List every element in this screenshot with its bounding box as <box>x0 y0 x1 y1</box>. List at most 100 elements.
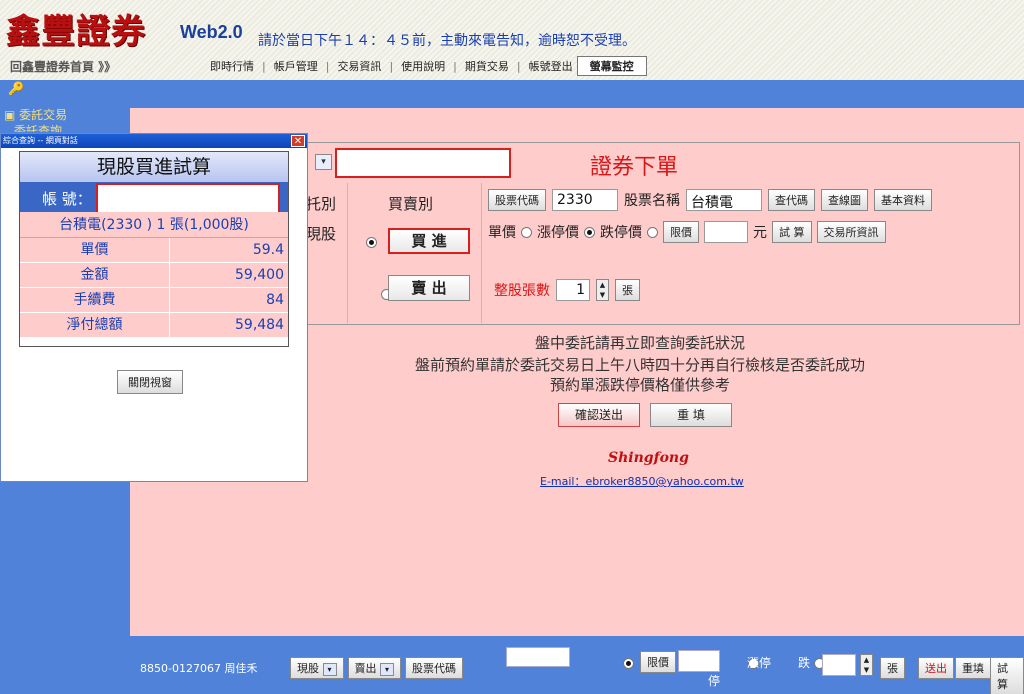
popup-window-title: 綜合查詢 -- 網頁對話 <box>3 136 78 145</box>
order-form: 托別 現股 買賣別 買 進 賣 出 股票代碼 2330 股票名稱 台積電 查代碼… <box>306 183 1019 323</box>
price-input[interactable] <box>704 221 748 243</box>
buy-radio[interactable] <box>366 237 377 248</box>
sidebar-item-order[interactable]: ▣ 委託交易 <box>4 106 67 123</box>
calc-row-value: 59.4 <box>252 242 284 258</box>
company-logo[interactable]: 鑫豐證券 <box>6 4 146 53</box>
bottom-stock-code-input[interactable] <box>506 647 570 667</box>
chevron-down-icon[interactable]: ▾ <box>315 154 332 170</box>
limit-down-radio[interactable] <box>584 226 595 238</box>
sell-button[interactable]: 賣 出 <box>388 275 470 301</box>
nav-item-quotes[interactable]: 即時行情 <box>210 58 254 74</box>
confirm-submit-button[interactable]: 確認送出 <box>558 403 640 427</box>
chart-button[interactable]: 查線圖 <box>821 189 868 211</box>
lots-stepper[interactable]: ▲ ▼ <box>596 279 609 301</box>
type-select[interactable]: 現股 ▾ <box>290 657 344 679</box>
stock-name-label: 股票名稱 <box>624 193 680 209</box>
stock-code-button[interactable]: 股票代碼 <box>488 189 546 211</box>
nav-separator: | <box>262 59 266 73</box>
lots-unit-button[interactable]: 張 <box>615 279 640 301</box>
lots-input[interactable]: 1 <box>556 279 590 301</box>
calc-row-value: 84 <box>266 292 284 308</box>
calc-row-label: 淨付總額 <box>20 313 170 338</box>
limit-price-button[interactable]: 限價 <box>663 221 699 243</box>
side-select[interactable]: 賣出 ▾ <box>347 657 401 679</box>
close-icon[interactable]: ✕ <box>291 135 305 147</box>
note-line-1: 盤中委託請再立即查詢委託狀況 <box>534 334 745 352</box>
nav-item-monitor[interactable]: 螢幕監控 <box>576 56 647 76</box>
web-badge: Web2.0 <box>180 22 243 42</box>
limit-price-radio[interactable] <box>647 226 658 238</box>
nav-item-help[interactable]: 使用說明 <box>401 58 445 74</box>
top-blue-bar <box>130 80 1024 108</box>
calc-row-total: 淨付總額 59,484 <box>20 313 288 338</box>
calc-row-fee: 手續費 84 <box>20 288 288 313</box>
order-type-value: 現股 <box>306 225 337 243</box>
account-row: 帳 號： <box>20 182 288 215</box>
buy-sell-title: 買賣別 <box>388 195 434 213</box>
stock-summary: 台積電(2330 ) 1 張(1,000股) <box>20 212 288 238</box>
nav-item-futures[interactable]: 期貨交易 <box>465 58 509 74</box>
bottom-price-input[interactable] <box>678 650 720 672</box>
bottom-limit-up-label: 漲停 <box>747 656 772 670</box>
lots-row: 整股張數 1 ▲ ▼ 張 <box>494 279 640 301</box>
trial-button[interactable]: 試 算 <box>772 221 812 243</box>
order-type-title: 托別 <box>306 195 337 213</box>
bottom-limit-button[interactable]: 限價 <box>640 651 676 673</box>
sidebar-item-label: 委託交易 <box>19 108 68 122</box>
nav-separator: | <box>516 59 521 73</box>
stock-code-input[interactable]: 2330 <box>552 189 618 211</box>
email-link[interactable]: E-mail：ebroker8850@yahoo.com.tw <box>540 473 744 489</box>
calc-row-label: 單價 <box>20 238 170 263</box>
nav-item-account[interactable]: 帳戶管理 <box>274 58 318 74</box>
stock-name-input[interactable]: 台積電 <box>686 189 762 211</box>
chevron-down-icon: ▾ <box>322 662 337 676</box>
bottom-limit-radio[interactable] <box>623 658 634 669</box>
bottom-unit-button[interactable]: 張 <box>880 657 905 679</box>
header-notice: 請於當日下午１４：４５前，主動來電告知，逾時恕不受理。 <box>258 33 636 49</box>
bottom-reset-button[interactable]: 重填 <box>955 657 991 679</box>
order-type-column: 托別 現股 <box>306 183 348 323</box>
reset-button[interactable]: 重 填 <box>650 403 732 427</box>
nav-separator: | <box>453 59 457 73</box>
limit-up-radio[interactable] <box>521 226 532 238</box>
buy-button[interactable]: 買 進 <box>388 228 470 254</box>
nav-item-trade-info[interactable]: 交易資訊 <box>337 58 381 74</box>
bottom-lots-input[interactable] <box>822 654 856 676</box>
order-title-box[interactable] <box>335 148 511 178</box>
note-line-2: 盤前預約單請於委託交易日上午八時四十分再自行檢核是否委託成功 <box>414 356 865 374</box>
limit-up-label: 漲停價 <box>537 225 579 241</box>
calc-row-value: 59,400 <box>235 267 284 283</box>
exchange-info-button[interactable]: 交易所資訊 <box>816 221 886 243</box>
close-window-button[interactable]: 關閉視窗 <box>117 370 183 394</box>
account-info: 8850-0127067 周佳禾 <box>140 662 258 675</box>
type-select-value: 現股 <box>297 662 319 675</box>
bottom-limit-down-label: 跌 <box>798 656 811 670</box>
key-icon: 🔑 <box>8 82 25 97</box>
bottom-trial-button[interactable]: 試算 <box>990 657 1024 694</box>
limit-down-label-2: 停 <box>708 674 721 688</box>
calc-heading: 現股買進試算 <box>20 152 288 182</box>
nav-item-logout[interactable]: 帳號登出 <box>529 58 573 74</box>
yuan-label: 元 <box>753 225 767 241</box>
bottom-lots-stepper[interactable]: ▲ ▼ <box>860 654 873 676</box>
sidebar-item-query[interactable]: 委託查詢 <box>14 122 62 132</box>
price-row: 單價 漲停價 跌停價 限價 元 試 算 交易所資訊 <box>488 221 886 243</box>
lots-label: 整股張數 <box>494 283 550 299</box>
buy-sell-column: 買賣別 買 進 賣 出 <box>348 183 482 323</box>
bottom-send-button[interactable]: 送出 <box>918 657 954 679</box>
home-link[interactable]: 回鑫豐證券首頁 》》 <box>10 58 116 75</box>
side-select-value: 賣出 <box>354 662 377 675</box>
calc-row-value: 59,484 <box>235 317 284 333</box>
chevron-down-icon: ▾ <box>380 662 394 676</box>
calc-row-label: 金額 <box>20 263 170 288</box>
trial-popup-window: 綜合查詢 -- 網頁對話 ✕ 現股買進試算 帳 號： 台積電(2330 ) 1 … <box>0 133 308 482</box>
account-field[interactable] <box>96 183 280 215</box>
lookup-code-button[interactable]: 查代碼 <box>768 189 815 211</box>
account-label: 帳 號： <box>42 190 92 208</box>
company-name: Shingfong <box>608 450 689 466</box>
popup-title-bar[interactable]: 綜合查詢 -- 網頁對話 <box>1 134 307 148</box>
trial-calc-panel: 現股買進試算 帳 號： 台積電(2330 ) 1 張(1,000股) 單價 59… <box>19 151 289 347</box>
bottom-stock-code-button[interactable]: 股票代碼 <box>405 657 463 679</box>
basic-info-button[interactable]: 基本資料 <box>874 189 932 211</box>
order-details-column: 股票代碼 2330 股票名稱 台積電 查代碼 查線圖 基本資料 單價 漲停價 跌… <box>482 183 1019 323</box>
